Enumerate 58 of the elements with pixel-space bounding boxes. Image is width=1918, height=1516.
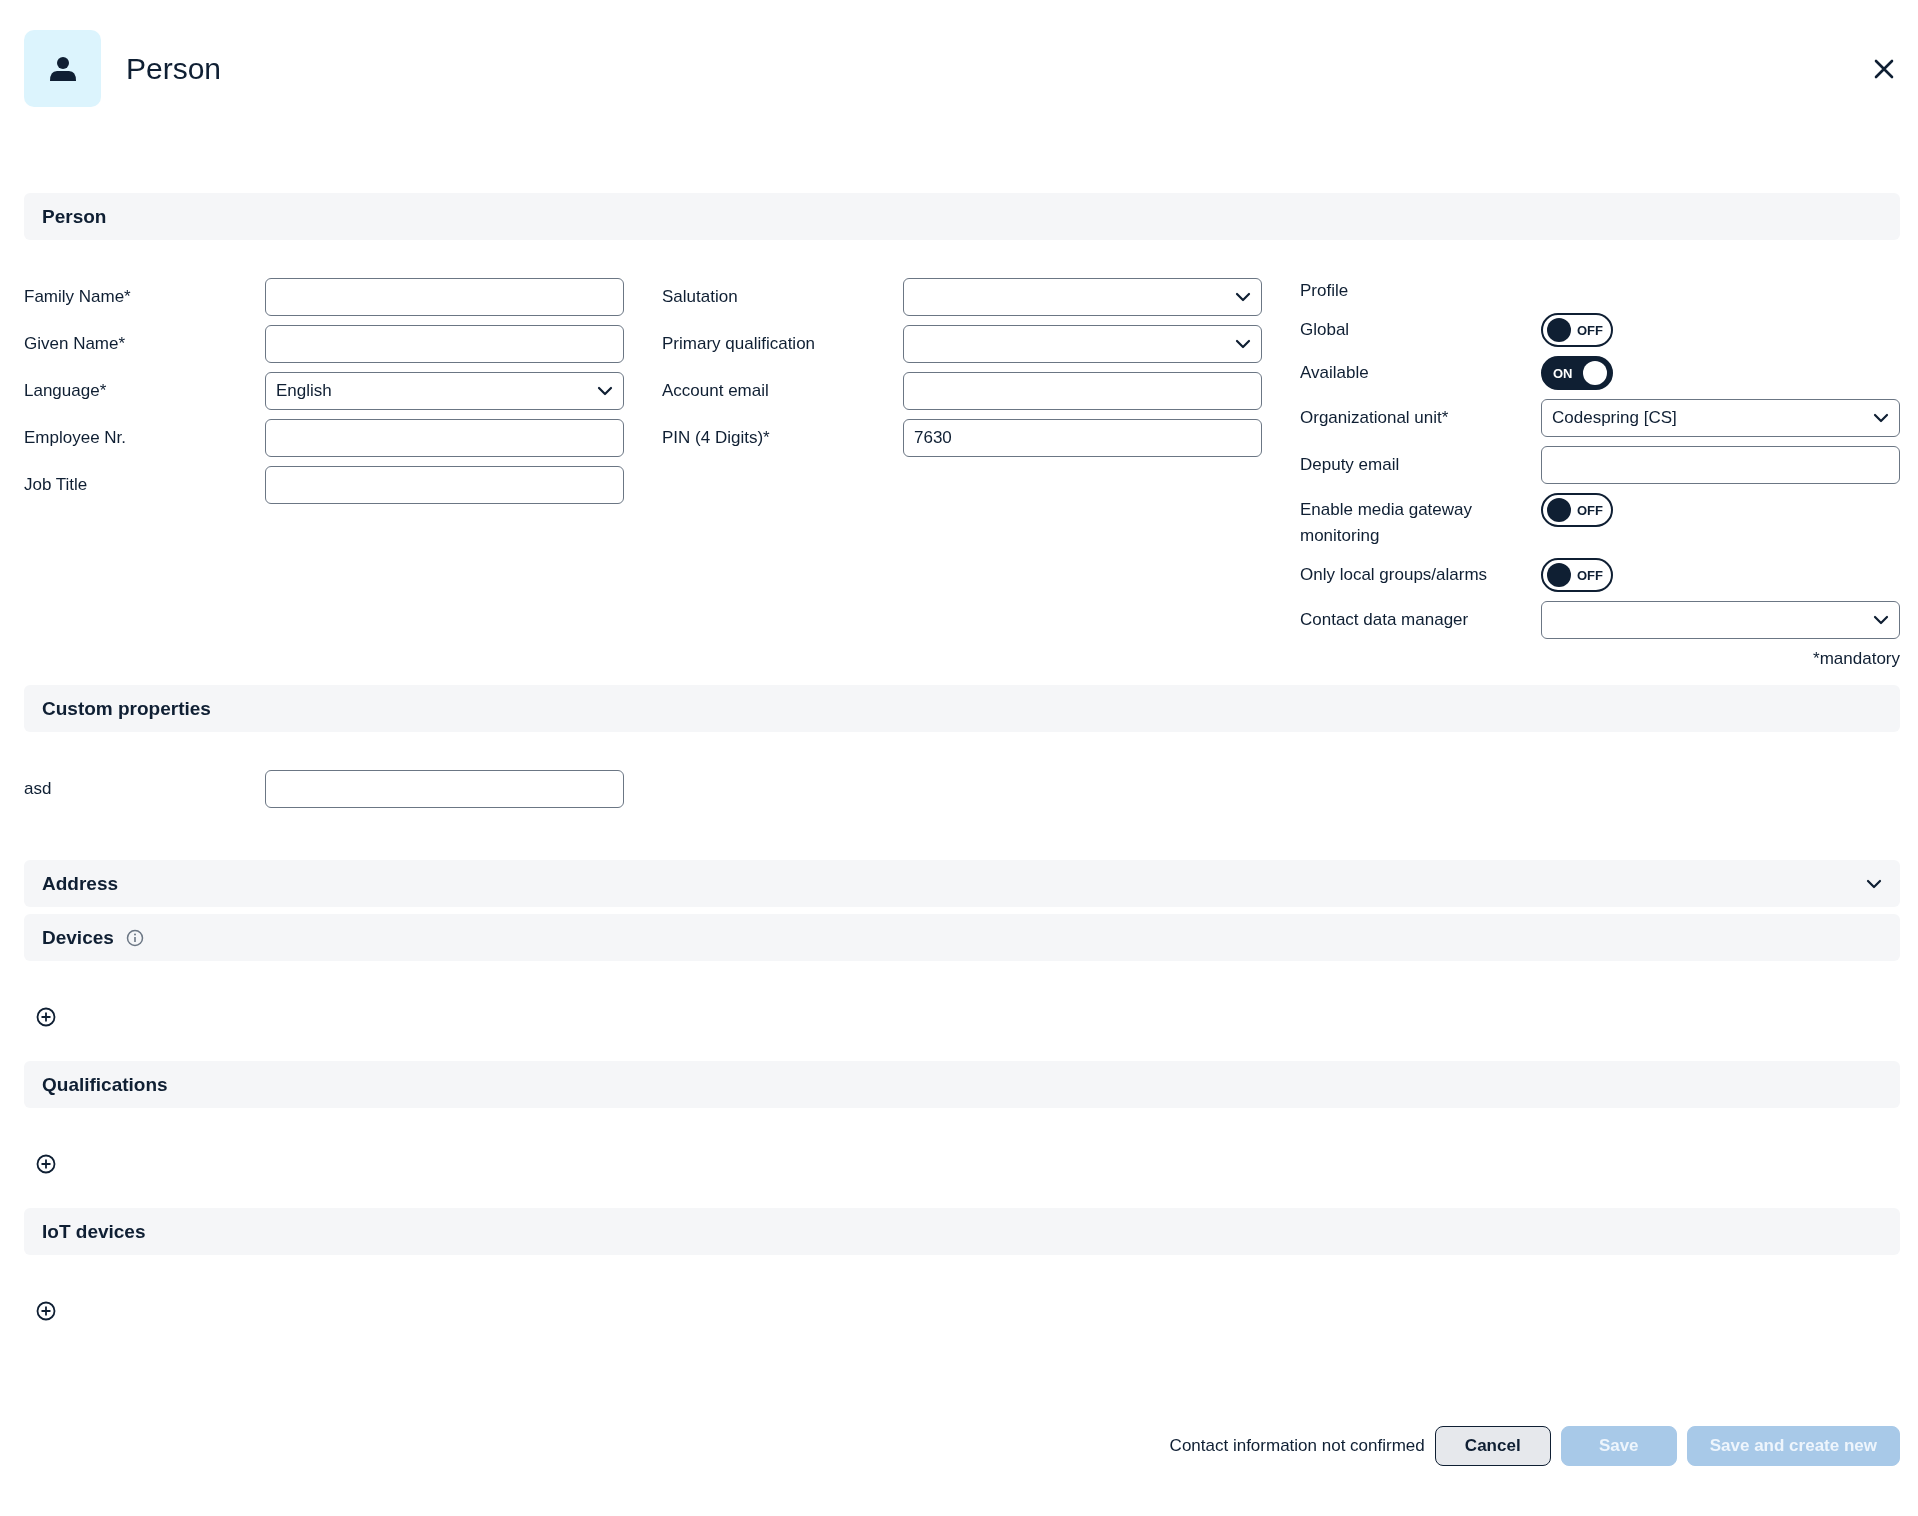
field-label: Contact data manager — [1300, 609, 1470, 631]
toggle-switch[interactable]: OFF — [1541, 558, 1613, 592]
text-input[interactable] — [265, 325, 624, 363]
toggle-switch[interactable]: ON — [1541, 356, 1613, 390]
field-label: Enable media gateway monitoring — [1300, 499, 1473, 547]
field-label: Available — [1300, 362, 1370, 384]
field-label: Account email — [662, 380, 770, 402]
dropdown[interactable] — [1541, 601, 1900, 639]
field-label: Global — [1300, 319, 1351, 341]
text-input[interactable]: 7630 — [903, 419, 1262, 457]
section-title: Qualifications — [42, 1073, 168, 1096]
field-label: asd — [24, 778, 53, 800]
section-title: Person — [42, 205, 107, 228]
field-label: Language* — [24, 380, 108, 402]
text-input[interactable] — [1541, 446, 1900, 484]
section-title: IoT devices — [42, 1220, 146, 1243]
dialog-title: Person — [126, 51, 223, 86]
chevron-down-icon — [597, 386, 613, 396]
chevron-down-icon — [1235, 292, 1251, 302]
field-label: Only local groups/alarms — [1300, 564, 1489, 586]
field-label: Salutation — [662, 286, 739, 308]
field-label: Family Name* — [24, 286, 132, 308]
field-label: Organizational unit* — [1300, 407, 1450, 429]
add-icon[interactable] — [36, 1301, 56, 1321]
info-icon[interactable] — [125, 928, 144, 947]
field-label: Employee Nr. — [24, 427, 128, 449]
dropdown[interactable]: Codespring [CS] — [1541, 399, 1900, 437]
add-icon[interactable] — [36, 1154, 56, 1174]
field-label: Primary qualification — [662, 333, 817, 355]
chevron-down-icon — [1866, 878, 1882, 889]
dropdown[interactable] — [903, 325, 1262, 363]
section-title: Custom properties — [42, 697, 211, 720]
toggle-switch[interactable]: OFF — [1541, 313, 1613, 347]
close-icon[interactable] — [1874, 58, 1894, 79]
add-icon[interactable] — [36, 1007, 56, 1027]
text-input[interactable] — [903, 372, 1262, 410]
section-title: Devices — [42, 926, 114, 949]
chevron-down-icon — [1873, 413, 1889, 423]
field-label: Deputy email — [1300, 454, 1401, 476]
dropdown[interactable] — [903, 278, 1262, 316]
field-label: PIN (4 Digits)* — [662, 427, 771, 449]
section-title: Address — [42, 872, 119, 895]
text-input[interactable] — [265, 466, 624, 504]
mandatory-note: *mandatory — [1813, 649, 1900, 668]
chevron-down-icon — [1235, 339, 1251, 349]
cancel-button[interactable]: Cancel — [1434, 1426, 1551, 1466]
status-text: Contact information not confirmed — [1169, 1436, 1425, 1456]
text-input[interactable] — [265, 770, 624, 808]
chevron-down-icon — [1873, 615, 1889, 625]
group-heading: Profile — [1300, 280, 1350, 302]
toggle-switch[interactable]: OFF — [1541, 493, 1613, 527]
field-label: Job Title — [24, 474, 89, 496]
section-header[interactable]: Address — [24, 860, 1900, 907]
text-input[interactable] — [265, 278, 624, 316]
field-label: Given Name* — [24, 333, 127, 355]
dropdown[interactable]: English — [265, 372, 624, 410]
person-icon — [48, 54, 77, 83]
text-input[interactable] — [265, 419, 624, 457]
